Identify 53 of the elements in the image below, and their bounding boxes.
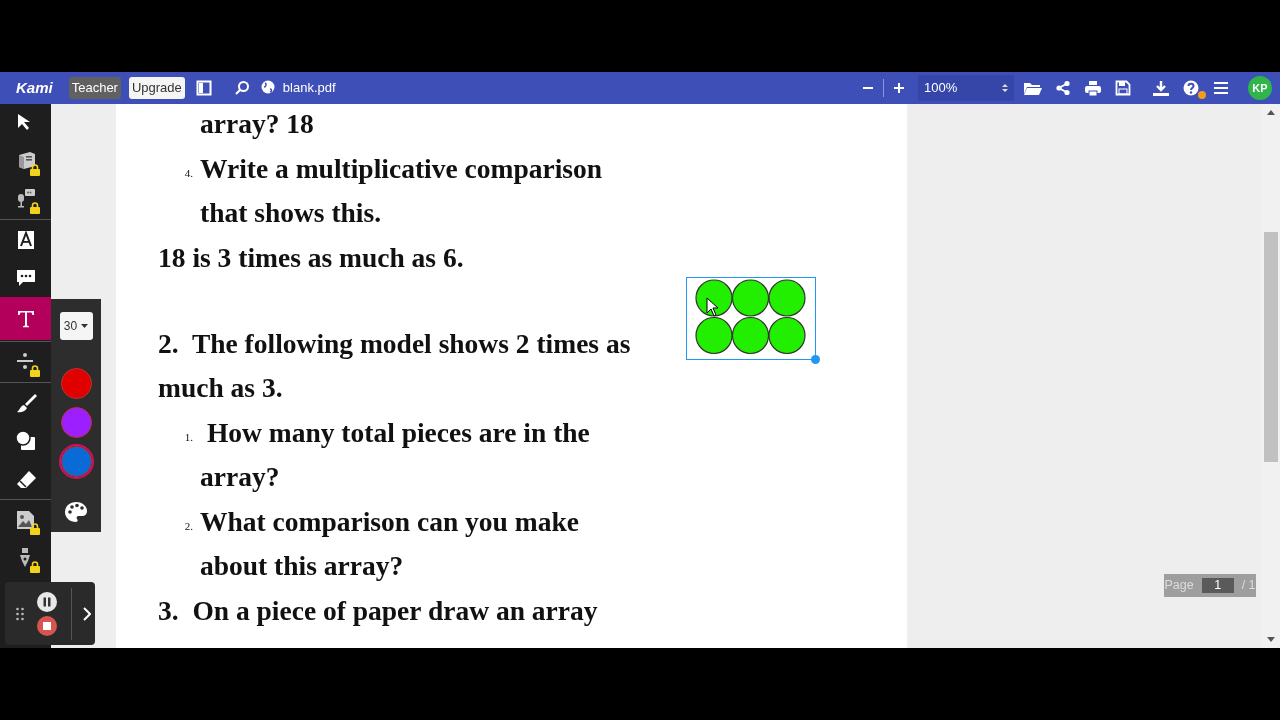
document-text: much as 3. (158, 371, 283, 405)
zoom-in-icon[interactable] (893, 80, 905, 96)
page-total: / 1 (1241, 577, 1256, 595)
menu-icon[interactable] (1213, 80, 1229, 96)
document-text: How many total pieces are in the (205, 415, 590, 450)
tool-button[interactable] (0, 297, 51, 340)
eraser-icon (14, 468, 37, 490)
document-text: Write a multiplicative comparison (200, 151, 602, 186)
expand-icon[interactable] (83, 606, 91, 621)
app-logo: Kami (16, 77, 53, 98)
color-swatch[interactable] (60, 446, 92, 477)
print-icon[interactable] (1084, 80, 1102, 96)
save-icon[interactable] (1115, 80, 1131, 96)
document-text: 3. On a piece of paper draw an array (158, 593, 598, 628)
sidebar-toggle-icon[interactable] (195, 80, 212, 96)
caret-icon (81, 324, 89, 328)
font-size-dropdown[interactable]: 30 (59, 312, 93, 340)
resize-handle[interactable] (811, 355, 820, 364)
document-text: 2. The following model shows 2 times as (158, 326, 631, 361)
upgrade-button[interactable]: Upgrade (128, 77, 185, 99)
scroll-up-icon[interactable] (1267, 110, 1275, 115)
pause-icon[interactable] (37, 591, 57, 612)
palette-icon[interactable] (64, 501, 88, 523)
page-number-field[interactable]: 1 (1201, 578, 1234, 593)
globe-icon[interactable] (260, 80, 275, 96)
image-icon (14, 509, 37, 531)
scroll-thumb[interactable] (1264, 232, 1278, 462)
drag-handle-icon[interactable] (16, 606, 24, 621)
share-icon[interactable] (1055, 80, 1071, 96)
list-number: 2. (183, 518, 194, 534)
document-text: 18 is 3 times as much as 6. (158, 240, 464, 275)
document-text: array? (200, 460, 280, 494)
list-number: 1. (183, 429, 194, 445)
cursor-icon (706, 297, 720, 317)
document-text: array? 18 (200, 107, 314, 141)
download-icon[interactable] (1152, 80, 1170, 96)
document-text: that shows this. (200, 196, 382, 230)
stepper-icon (1002, 83, 1008, 93)
scroll-down-icon[interactable] (1267, 637, 1275, 642)
color-swatch[interactable] (60, 407, 92, 438)
shapes-icon (14, 430, 37, 452)
zoom-select[interactable]: 100% (918, 75, 1014, 101)
document-text: about this array? (200, 549, 404, 583)
document-text: What comparison can you make (200, 504, 579, 539)
list-number: 4. (183, 165, 194, 181)
file-name: blank.pdf (282, 79, 336, 98)
comment-icon (14, 267, 37, 289)
stop-icon[interactable] (37, 615, 57, 636)
page-label: Page (1164, 577, 1194, 595)
role-badge: Teacher (68, 77, 121, 99)
help-icon[interactable] (1183, 80, 1199, 96)
search-icon[interactable] (233, 80, 250, 96)
color-swatch[interactable] (60, 368, 92, 399)
